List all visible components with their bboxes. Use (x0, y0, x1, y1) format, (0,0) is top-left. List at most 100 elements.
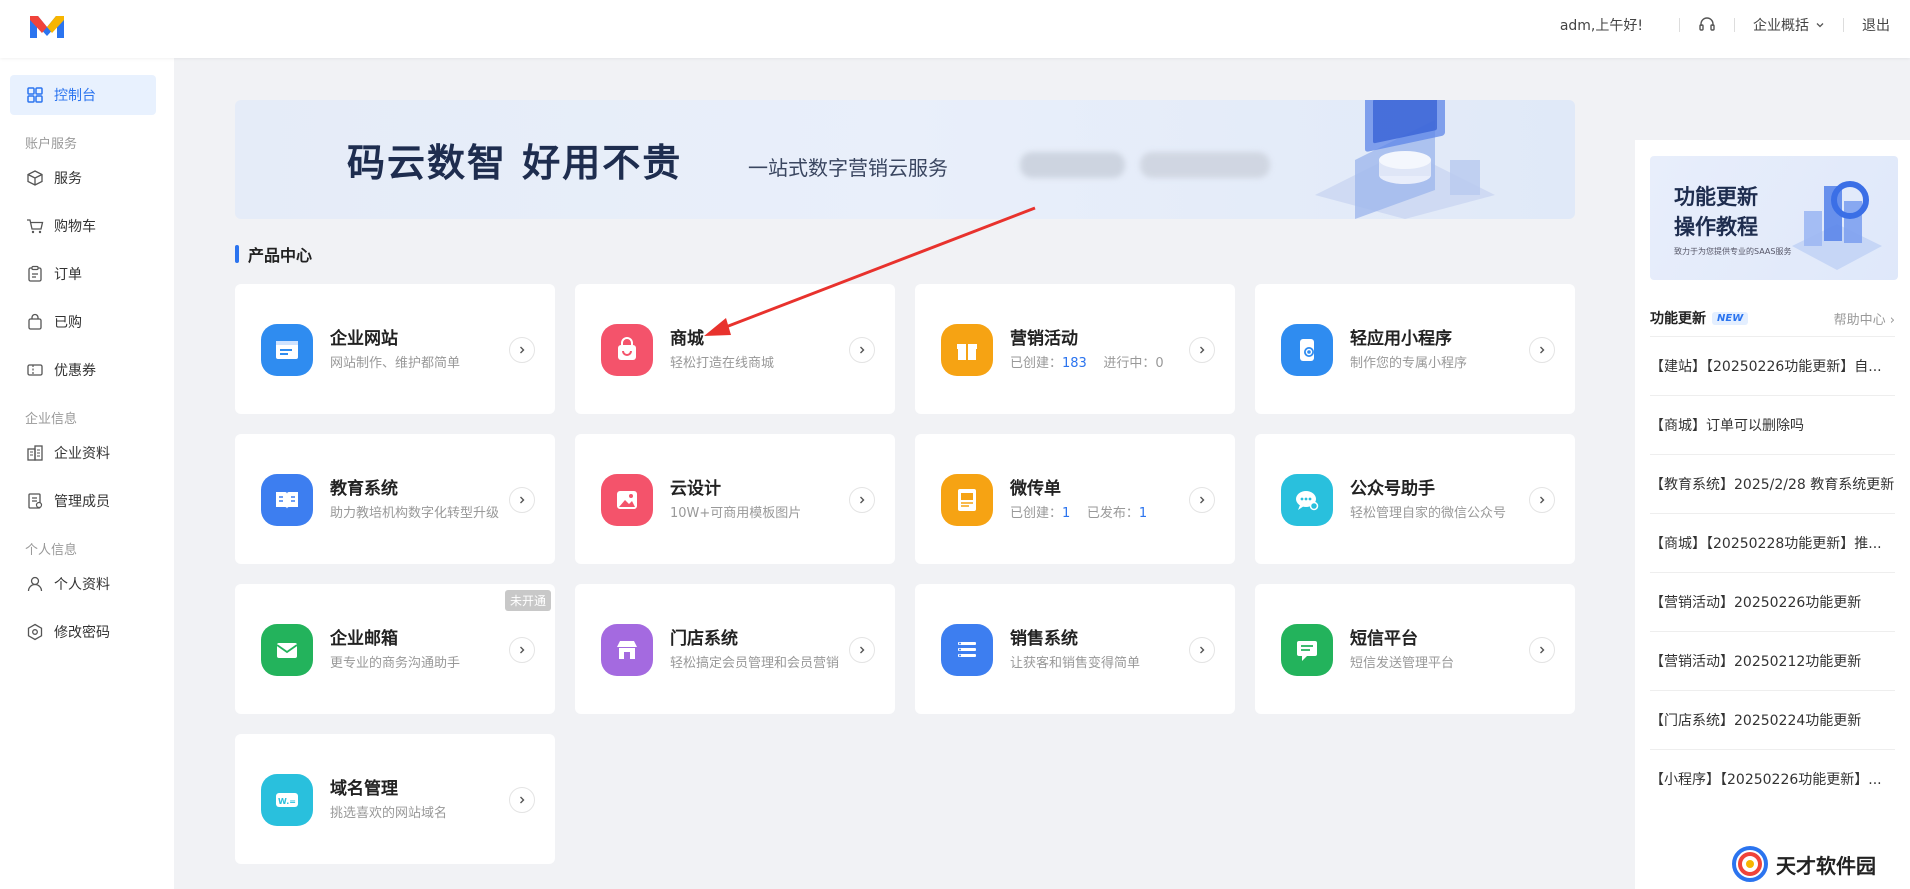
logout-link[interactable]: 退出 (1862, 15, 1890, 35)
chevron-right-icon[interactable] (1189, 637, 1215, 663)
sidebar-item-orders[interactable]: 订单 (10, 254, 156, 294)
product-card-flyer[interactable]: 微传单 已创建：1 已发布：1 (915, 434, 1235, 564)
sidebar-item-purchased[interactable]: 已购 (10, 302, 156, 342)
update-item[interactable]: 【营销活动】20250212功能更新 (1650, 631, 1895, 690)
sidebar-item-cart[interactable]: 购物车 (10, 206, 156, 246)
product-desc: 网站制作、维护都简单 (330, 356, 461, 371)
book-icon (261, 474, 313, 526)
sidebar-group-enterprise: 企业信息 (25, 412, 78, 427)
update-item[interactable]: 【商城】订单可以删除吗 (1650, 395, 1895, 454)
product-desc: 短信发送管理平台 (1350, 656, 1455, 671)
sidebar-item-members[interactable]: 管理成员 (10, 481, 156, 521)
product-card-store[interactable]: 门店系统 轻松搞定会员管理和会员营销 (575, 584, 895, 714)
chevron-right-icon[interactable] (1529, 487, 1555, 513)
chat-icon (1281, 474, 1333, 526)
product-name: 销售系统 (1010, 629, 1078, 649)
chevron-right-icon[interactable] (849, 487, 875, 513)
product-card-sms[interactable]: 短信平台 短信发送管理平台 (1255, 584, 1575, 714)
domain-icon: W.= (261, 774, 313, 826)
enterprise-menu-label: 企业概括 (1753, 18, 1809, 34)
sidebar-item-coupons[interactable]: 优惠券 (10, 350, 156, 390)
gift-icon (941, 324, 993, 376)
product-desc: 让获客和销售变得简单 (1010, 656, 1141, 671)
divider (1843, 18, 1844, 32)
product-card-wechat-assistant[interactable]: 公众号助手 轻松管理自家的微信公众号 (1255, 434, 1575, 564)
product-card-miniapp[interactable]: 轻应用小程序 制作您的专属小程序 (1255, 284, 1575, 414)
brand-logo[interactable] (28, 10, 66, 40)
coupon-icon (27, 364, 43, 376)
enterprise-menu[interactable]: 企业概括 (1753, 15, 1825, 35)
product-card-domain[interactable]: W.= 域名管理 挑选喜欢的网站域名 (235, 734, 555, 864)
chart-illustration (1792, 181, 1882, 270)
sidebar-item-personal-profile[interactable]: 个人资料 (10, 564, 156, 604)
product-desc: 挑选喜欢的网站域名 (330, 806, 448, 821)
chevron-right-icon[interactable] (509, 637, 535, 663)
product-name: 短信平台 (1350, 629, 1418, 649)
product-card-sales[interactable]: 销售系统 让获客和销售变得简单 (915, 584, 1235, 714)
blurred-text (1140, 152, 1270, 178)
chevron-right-icon[interactable] (1529, 637, 1555, 663)
update-item[interactable]: 【商城】【20250228功能更新】推... (1650, 513, 1895, 572)
product-card-education[interactable]: 教育系统 助力教培机构数字化转型升级 (235, 434, 555, 564)
update-item[interactable]: 【门店系统】20250224功能更新 (1650, 690, 1895, 749)
sidebar-item-label: 修改密码 (54, 625, 110, 641)
store-icon (601, 624, 653, 676)
miniapp-icon (1281, 324, 1333, 376)
grid-icon (27, 87, 43, 103)
watermark-text: 天才软件园 (1776, 853, 1876, 878)
promo-banner[interactable]: 码云数智 好用不贵 一站式数字营销云服务 (235, 100, 1575, 219)
tutorial-title: 功能更新 操作教程 (1674, 185, 1758, 239)
chevron-right-icon[interactable] (849, 337, 875, 363)
chevron-right-icon[interactable] (1189, 337, 1215, 363)
chevron-right-icon[interactable] (509, 487, 535, 513)
new-badge: NEW (1712, 311, 1749, 325)
section-title: 产品中心 (235, 244, 312, 265)
watermark-logo-icon (1732, 846, 1768, 882)
website-icon (261, 324, 313, 376)
product-name: 云设计 (670, 479, 721, 499)
watermark: 天才软件园 (1730, 842, 1900, 886)
sidebar-item-label: 订单 (54, 267, 82, 283)
divider (1734, 18, 1735, 32)
update-item[interactable]: 【营销活动】20250226功能更新 (1650, 572, 1895, 631)
divider (1679, 18, 1680, 32)
product-card-marketing[interactable]: 营销活动 已创建：183 进行中：0 (915, 284, 1235, 414)
help-center-link[interactable]: 帮助中心 › (1834, 309, 1895, 328)
sidebar-item-label: 控制台 (54, 88, 96, 104)
sidebar-group-personal: 个人信息 (25, 543, 78, 558)
update-item[interactable]: 【教育系统】2025/2/28 教育系统更新 (1650, 454, 1895, 513)
updates-title: 功能更新 (1650, 311, 1706, 327)
chevron-right-icon[interactable] (509, 787, 535, 813)
sidebar-item-change-password[interactable]: 修改密码 (10, 612, 156, 652)
product-desc: 轻松管理自家的微信公众号 (1350, 506, 1507, 521)
product-desc: 轻松打造在线商城 (670, 356, 775, 371)
right-panel: 功能更新 操作教程 致力于为您提供专业的SAAS服务 功能更新 NEW 帮助中心… (1635, 140, 1910, 889)
product-name: 营销活动 (1010, 329, 1078, 349)
chevron-right-icon[interactable] (509, 337, 535, 363)
members-icon (28, 493, 43, 509)
sidebar-item-console[interactable]: 控制台 (10, 75, 156, 115)
bag-icon (28, 313, 42, 330)
chevron-down-icon (1816, 23, 1824, 28)
chevron-right-icon[interactable] (1189, 487, 1215, 513)
product-name: 门店系统 (670, 629, 738, 649)
mail-icon (261, 624, 313, 676)
product-card-website[interactable]: 企业网站 网站制作、维护都简单 (235, 284, 555, 414)
sidebar-item-label: 已购 (54, 315, 82, 331)
sidebar-item-services[interactable]: 服务 (10, 158, 156, 198)
cart-icon (27, 219, 44, 234)
product-card-mall[interactable]: 商城 轻松打造在线商城 (575, 284, 895, 414)
headset-icon[interactable] (1698, 16, 1716, 34)
product-card-email[interactable]: 未开通 企业邮箱 更专业的商务沟通助手 (235, 584, 555, 714)
product-name: 商城 (670, 329, 704, 349)
product-card-cloud-design[interactable]: 云设计 10W+可商用模板图片 (575, 434, 895, 564)
update-item[interactable]: 【建站】【20250226功能更新】自... (1650, 336, 1895, 395)
tutorial-banner[interactable]: 功能更新 操作教程 致力于为您提供专业的SAAS服务 (1650, 156, 1898, 280)
sidebar-item-company-profile[interactable]: 企业资料 (10, 433, 156, 473)
chevron-right-icon[interactable] (1529, 337, 1555, 363)
update-item[interactable]: 【小程序】【20250226功能更新】... (1650, 749, 1895, 808)
chevron-right-icon[interactable] (849, 637, 875, 663)
building-icon (27, 445, 43, 461)
tutorial-caption: 致力于为您提供专业的SAAS服务 (1674, 247, 1792, 256)
banner-subtitle: 一站式数字营销云服务 (748, 156, 948, 180)
